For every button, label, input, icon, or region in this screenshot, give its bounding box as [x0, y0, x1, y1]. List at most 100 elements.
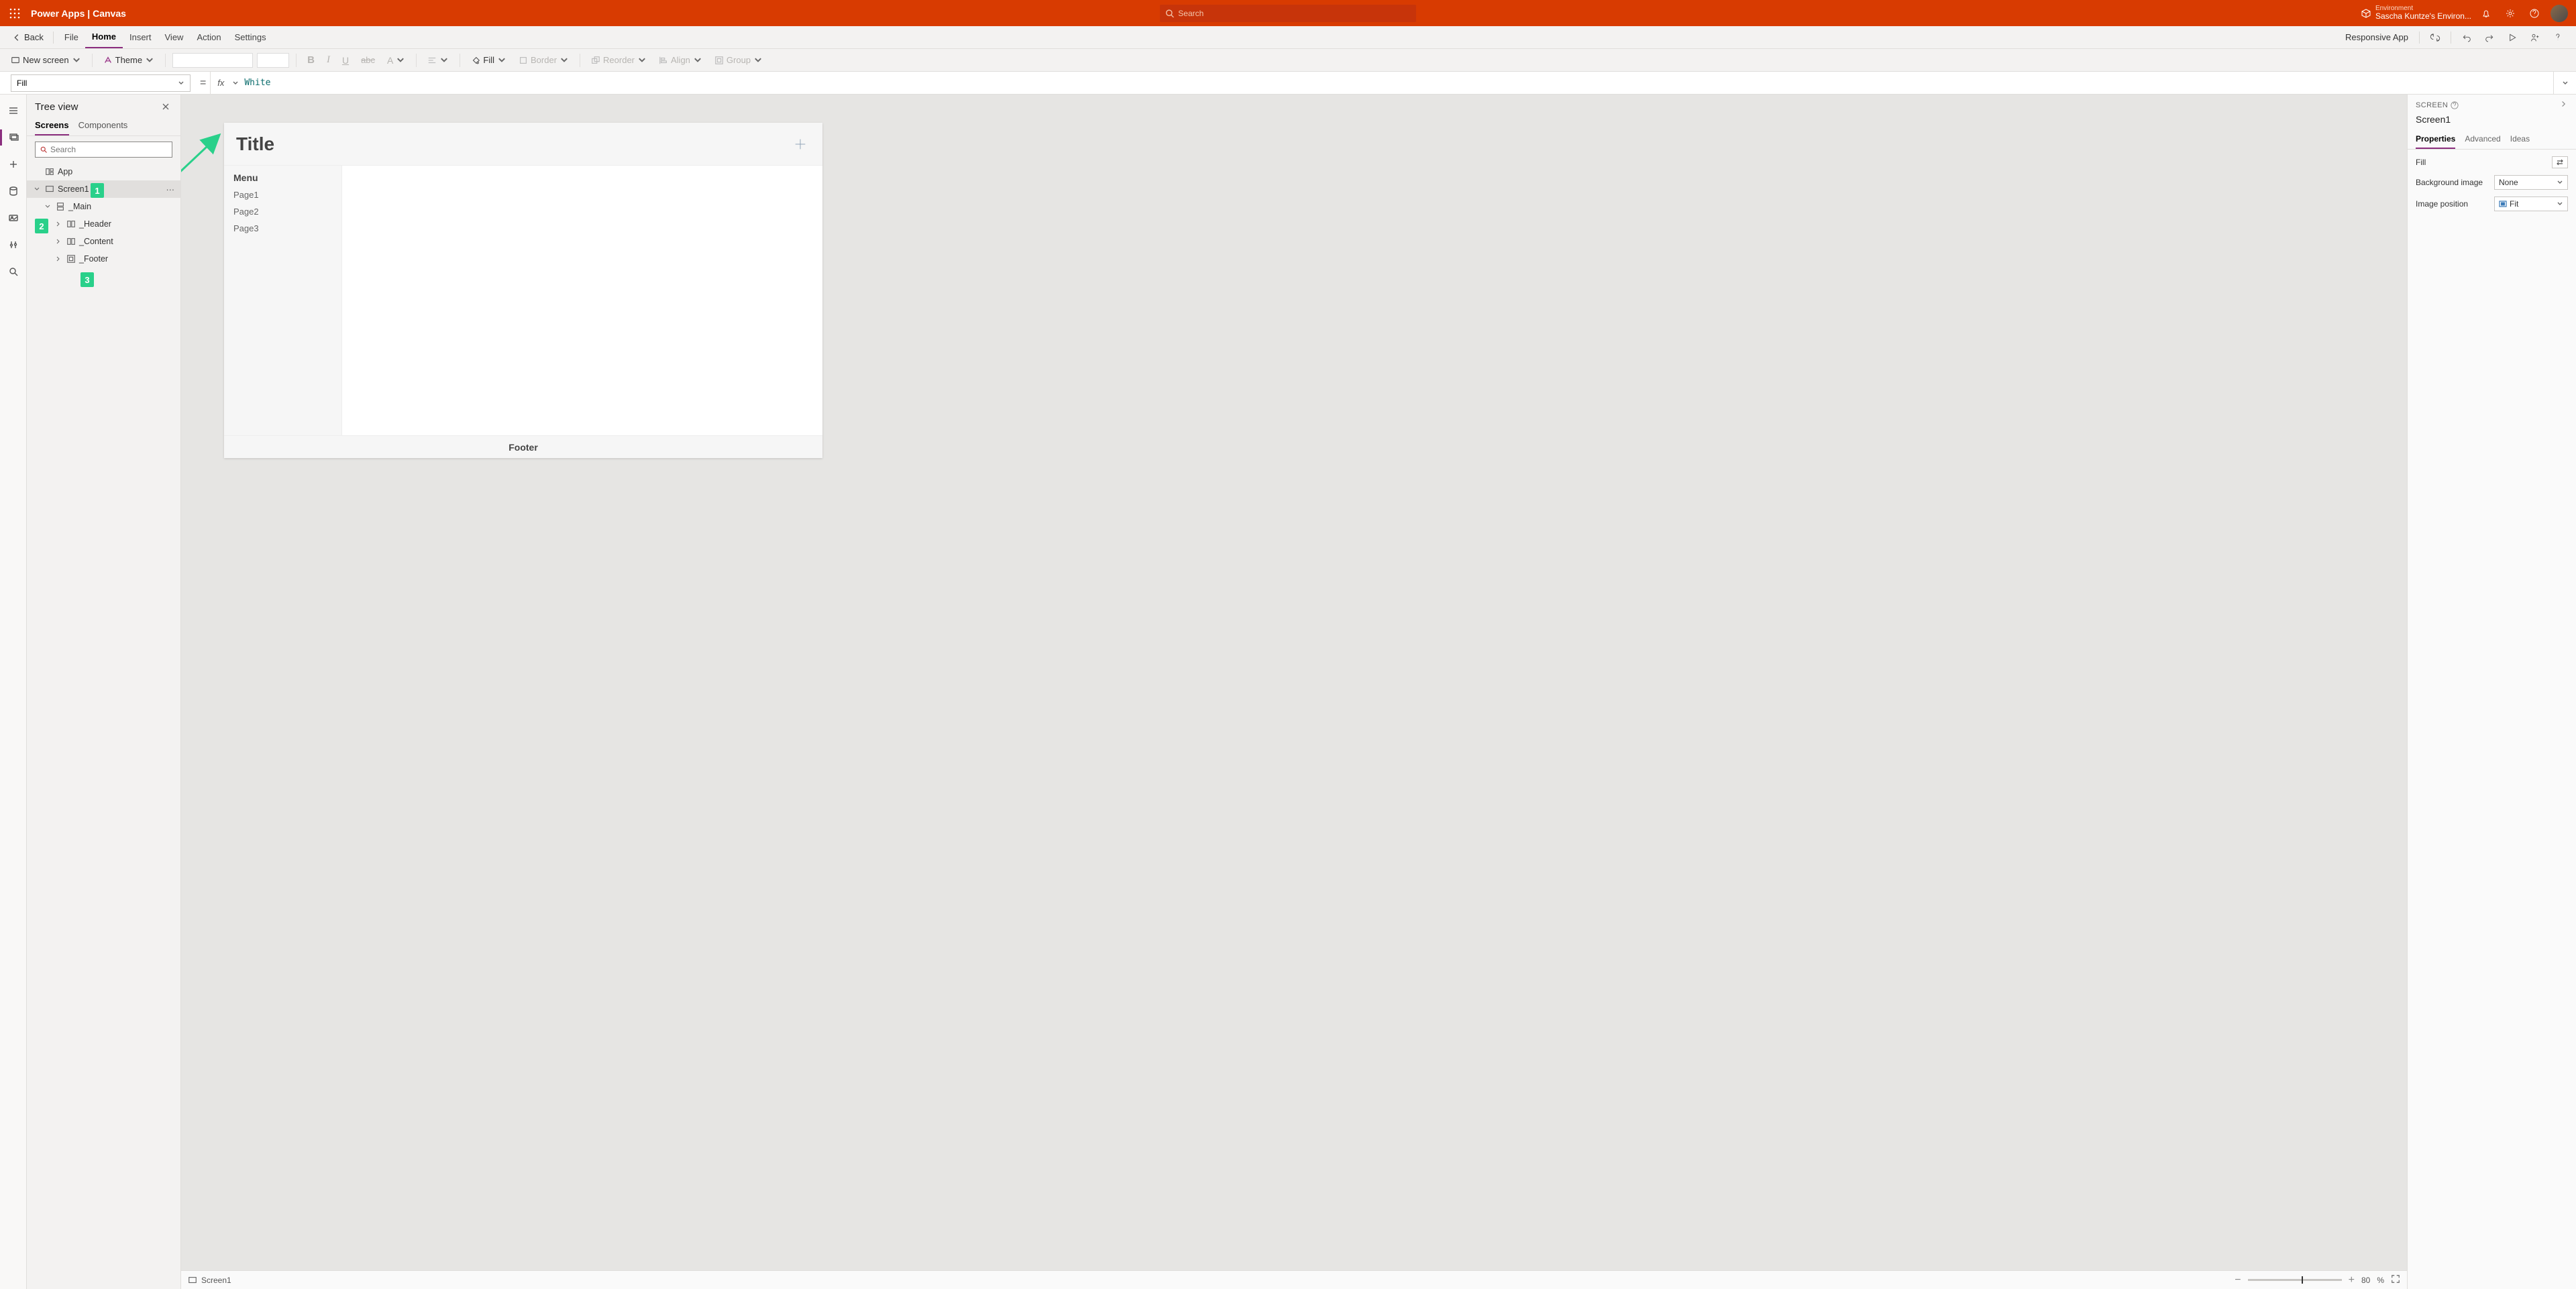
- tab-components[interactable]: Components: [78, 116, 128, 135]
- menu-file[interactable]: File: [58, 26, 85, 48]
- share-icon[interactable]: [2524, 26, 2546, 49]
- rail-hamburger[interactable]: [0, 99, 27, 123]
- align-button: Align: [655, 52, 706, 69]
- chevron-down-icon[interactable]: [43, 203, 52, 210]
- zoom-in-icon[interactable]: +: [2349, 1274, 2355, 1286]
- property-selector[interactable]: Fill: [11, 74, 191, 92]
- more-icon[interactable]: ⋯: [166, 184, 176, 194]
- rail-tree-view[interactable]: [0, 125, 27, 150]
- canvas-page-link[interactable]: Page1: [233, 190, 332, 200]
- canvas-side-menu: Menu Page1 Page2 Page3: [224, 166, 342, 435]
- separator: [92, 54, 93, 67]
- properties-panel: SCREEN Screen1 Properties Advanced Ideas…: [2407, 95, 2576, 1289]
- canvas-add-button[interactable]: [790, 134, 810, 154]
- zoom-slider[interactable]: [2248, 1279, 2342, 1281]
- tree-item-app[interactable]: App: [27, 163, 180, 180]
- canvas-header[interactable]: Title: [224, 123, 822, 166]
- global-search[interactable]: [1160, 5, 1416, 22]
- menu-settings[interactable]: Settings: [228, 26, 273, 48]
- user-avatar[interactable]: [2551, 5, 2568, 22]
- left-rail: [0, 95, 27, 1289]
- chevron-right-icon[interactable]: [54, 256, 63, 262]
- close-panel-icon[interactable]: [159, 100, 172, 113]
- container-vertical-icon: [55, 201, 66, 212]
- canvas-menu-label: Menu: [233, 172, 332, 183]
- rail-search[interactable]: [0, 260, 27, 284]
- top-bar: Power Apps | Canvas Environment Sascha K…: [0, 0, 2576, 26]
- tab-screens[interactable]: Screens: [35, 116, 69, 135]
- canvas-footer[interactable]: Footer: [224, 435, 822, 458]
- environment-name: Sascha Kuntze's Environ...: [2375, 12, 2471, 21]
- rail-advanced-tools[interactable]: [0, 233, 27, 257]
- text-align-button: [423, 52, 453, 69]
- group-button: Group: [710, 52, 767, 69]
- canvas-content-area[interactable]: [342, 166, 822, 435]
- zoom-unit: %: [2377, 1276, 2384, 1285]
- formula-bar: Fill = fx: [0, 72, 2576, 95]
- menu-insert[interactable]: Insert: [123, 26, 158, 48]
- props-section-label: SCREEN: [2416, 101, 2448, 109]
- menu-home[interactable]: Home: [85, 26, 123, 48]
- formula-input[interactable]: [240, 78, 2553, 88]
- chevron-down-icon[interactable]: [32, 186, 42, 192]
- canvas-page-link[interactable]: Page2: [233, 207, 332, 217]
- new-screen-button[interactable]: New screen: [7, 52, 85, 69]
- rail-media[interactable]: [0, 206, 27, 230]
- canvas-screen[interactable]: Title Menu Page1 Page2 Page3 Footer: [224, 123, 822, 458]
- help-icon[interactable]: [2522, 0, 2546, 26]
- fill-button[interactable]: Fill: [467, 52, 511, 69]
- menu-view[interactable]: View: [158, 26, 191, 48]
- prop-bg-label: Background image: [2416, 178, 2483, 187]
- app-checker-icon[interactable]: [2424, 26, 2447, 49]
- global-search-input[interactable]: [1178, 9, 1411, 18]
- props-tab-advanced[interactable]: Advanced: [2465, 130, 2500, 149]
- fit-to-screen-icon[interactable]: [2391, 1274, 2400, 1286]
- info-icon[interactable]: [2451, 101, 2459, 109]
- tree-item-label: _Header: [79, 219, 111, 229]
- underline-button: U: [338, 52, 353, 69]
- prop-fill-color[interactable]: [2552, 156, 2568, 168]
- color-swap-icon: [2555, 159, 2565, 166]
- back-button[interactable]: Back: [7, 26, 49, 48]
- prop-imgpos-select[interactable]: Fit: [2494, 197, 2568, 211]
- canvas-area[interactable]: Title Menu Page1 Page2 Page3 Footer: [181, 95, 2407, 1289]
- canvas-page-link[interactable]: Page3: [233, 223, 332, 233]
- notifications-icon[interactable]: [2474, 0, 2498, 26]
- props-tab-properties[interactable]: Properties: [2416, 130, 2455, 149]
- tree-item-main[interactable]: _Main: [27, 198, 180, 215]
- redo-icon[interactable]: [2478, 26, 2501, 49]
- undo-icon[interactable]: [2455, 26, 2478, 49]
- main-area: Tree view Screens Components App Screen1…: [0, 95, 2576, 1289]
- fx-dropdown[interactable]: [231, 80, 240, 87]
- tree-item-content[interactable]: _Content: [27, 233, 180, 250]
- rail-data[interactable]: [0, 179, 27, 203]
- chevron-right-icon[interactable]: [54, 221, 63, 227]
- expand-icon[interactable]: [2560, 100, 2568, 110]
- tree-title: Tree view: [35, 101, 78, 113]
- prop-bg-select[interactable]: None: [2494, 175, 2568, 190]
- tree-item-header[interactable]: _Header: [27, 215, 180, 233]
- tree-item-label: App: [58, 167, 72, 176]
- responsive-app-label[interactable]: Responsive App: [2339, 32, 2415, 42]
- annotation-chip-3: 3: [80, 272, 94, 287]
- help-icon[interactable]: [2546, 26, 2569, 49]
- theme-button[interactable]: Theme: [99, 52, 158, 69]
- tree-item-label: _Content: [79, 237, 113, 246]
- rail-insert[interactable]: [0, 152, 27, 176]
- font-color-button: A: [383, 52, 409, 69]
- expand-formula-bar[interactable]: [2553, 72, 2576, 94]
- tree-item-footer[interactable]: _Footer: [27, 250, 180, 268]
- chevron-right-icon[interactable]: [54, 238, 63, 245]
- font-family-select[interactable]: [172, 53, 253, 68]
- props-tab-ideas[interactable]: Ideas: [2510, 130, 2530, 149]
- tree-search-input[interactable]: [50, 145, 168, 154]
- environment-picker[interactable]: Environment Sascha Kuntze's Environ...: [2357, 5, 2471, 21]
- zoom-out-icon[interactable]: −: [2235, 1274, 2241, 1286]
- tree-search[interactable]: [35, 142, 172, 158]
- menu-action[interactable]: Action: [190, 26, 227, 48]
- settings-gear-icon[interactable]: [2498, 0, 2522, 26]
- play-preview-icon[interactable]: [2501, 26, 2524, 49]
- back-label: Back: [24, 32, 44, 42]
- font-size-select[interactable]: [257, 53, 289, 68]
- waffle-icon[interactable]: [4, 3, 25, 24]
